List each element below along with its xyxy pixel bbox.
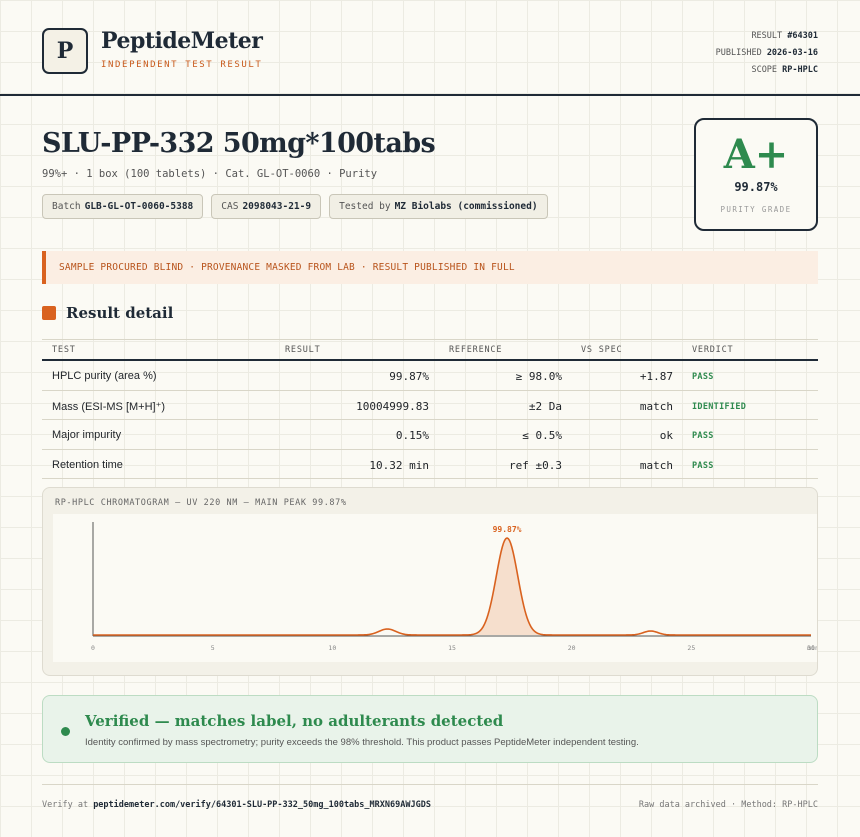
grade-value: 99.87%: [734, 180, 778, 194]
row-reference: ref ±0.3: [509, 458, 562, 472]
scope-label: SCOPE: [751, 65, 778, 75]
row-test: Major impurity: [52, 429, 122, 441]
x-tick-label: 15: [448, 644, 456, 652]
row-vs-spec: ok: [659, 429, 673, 442]
published-row: PUBLISHED 2026-03-16: [716, 45, 818, 62]
cas-label: CAS: [221, 201, 239, 212]
chromatogram-title: RP-HPLC CHROMATOGRAM — UV 220 NM — MAIN …: [55, 498, 347, 508]
row-verdict: PASS: [692, 460, 714, 471]
batch-label: Batch: [52, 201, 81, 212]
table-header: TEST RESULT REFERENCE VS SPEC VERDICT: [42, 339, 818, 361]
chromatogram-trace: [93, 537, 811, 636]
verified-text: Identity confirmed by mass spectrometry;…: [85, 737, 639, 748]
section-square-icon: [42, 306, 56, 320]
row-test: Retention time: [52, 458, 123, 471]
batch-chip: Batch GLB-GL-OT-0060-5388: [42, 194, 204, 219]
table-row: Retention time 10.32 min ref ±0.3 match …: [42, 450, 818, 479]
verified-banner: Verified — matches label, no adulterants…: [42, 695, 818, 763]
x-tick-unit: min: [807, 644, 817, 652]
header-vs-spec: VS SPEC: [581, 345, 623, 355]
product-chips: Batch GLB-GL-OT-0060-5388 CAS 2098043-21-9…: [42, 194, 548, 219]
footer: Verify at peptidemeter.com/verify/64301-…: [42, 784, 818, 814]
table-row: Major impurity 0.15% ≤ 0.5% ok PASS: [42, 420, 818, 450]
section-title: Result detail: [66, 304, 174, 322]
x-tick-label: 25: [687, 644, 695, 652]
header-result: RESULT: [285, 345, 321, 355]
x-tick-label: 10: [328, 644, 336, 652]
row-reference: ±2 Da: [528, 399, 562, 413]
header-reference: REFERENCE: [449, 345, 503, 355]
row-result: 0.15%: [395, 429, 429, 442]
blind-notice: SAMPLE PROCURED BLIND · PROVENANCE MASKE…: [42, 251, 818, 284]
brand-name: PeptideMeter: [101, 28, 263, 54]
result-id-row: RESULT #64301: [716, 28, 818, 45]
purity-grade-card: A+ 99.87% PURITY GRADE: [694, 118, 818, 231]
chromatogram-chart: 99.87%0 5 10 15 20 25 30min: [91, 522, 819, 652]
x-tick-label: 5: [211, 644, 215, 652]
row-result: 99.87%: [389, 370, 429, 383]
row-vs-spec: +1.87: [639, 370, 673, 383]
cas-value: 2098043-21-9: [242, 201, 312, 212]
table-row: Mass (ESI-MS [M+H]⁺) 10004999.83 ±2 Da m…: [42, 391, 818, 420]
grade-letter: A+: [723, 131, 789, 178]
verify-label: Verify at: [42, 800, 89, 810]
result-id-value: #64301: [787, 31, 818, 41]
scope-value: RP-HPLC: [782, 65, 818, 75]
footer-method: Raw data archived · Method: RP-HPLC: [638, 800, 818, 810]
chromatogram-plot-area: 99.87% 0 5 10 15 20 25 30 min: [53, 514, 819, 662]
row-test: Mass (ESI-MS [M+H]⁺): [52, 400, 166, 413]
result-detail-heading: Result detail: [42, 304, 173, 322]
x-tick-label: 20: [568, 644, 576, 652]
verify-line: Verify at peptidemeter.com/verify/64301-…: [42, 800, 431, 810]
verify-link[interactable]: peptidemeter.com/verify/64301-SLU-PP-332…: [93, 800, 431, 810]
tested-by-chip: Tested by MZ Biolabs (commissioned): [329, 194, 548, 219]
grade-label: PURITY GRADE: [720, 205, 792, 214]
brand-tagline: INDEPENDENT TEST RESULT: [101, 60, 263, 70]
product-title: SLU-PP-332 50mg*100tabs: [42, 128, 436, 159]
row-vs-spec: match: [639, 399, 673, 413]
scope-row: SCOPE RP-HPLC: [716, 62, 818, 79]
product-subtitle: 99%+ · 1 box (100 tablets) · Cat. GL-OT-…: [42, 168, 378, 180]
verified-dot-icon: [61, 727, 70, 736]
chromatogram-panel: RP-HPLC CHROMATOGRAM — UV 220 NM — MAIN …: [42, 487, 819, 676]
row-result: 10004999.83: [356, 399, 429, 413]
verified-title: Verified — matches label, no adulterants…: [85, 712, 504, 730]
cas-chip: CAS 2098043-21-9: [211, 194, 322, 219]
header-verdict: VERDICT: [692, 345, 734, 355]
result-meta: RESULT #64301 PUBLISHED 2026-03-16 SCOPE…: [716, 28, 818, 79]
header: P PeptideMeter INDEPENDENT TEST RESULT R…: [0, 0, 860, 96]
x-tick-label: 0: [91, 644, 95, 652]
result-id-label: RESULT: [751, 31, 783, 41]
logo-icon: P: [42, 28, 88, 74]
row-vs-spec: match: [639, 458, 673, 472]
tested-by-value: MZ Biolabs (commissioned): [394, 201, 538, 212]
main-peak-fill: [472, 538, 542, 635]
row-result: 10.32 min: [369, 458, 429, 472]
row-test: HPLC purity (area %): [52, 370, 157, 382]
table-row: HPLC purity (area %) 99.87% ≥ 98.0% +1.8…: [42, 361, 818, 391]
main-peak-label: 99.87%: [493, 525, 522, 534]
header-test: TEST: [52, 345, 76, 355]
row-verdict: IDENTIFIED: [692, 401, 747, 412]
published-label: PUBLISHED: [715, 48, 762, 58]
tested-by-label: Tested by: [339, 201, 391, 212]
batch-value: GLB-GL-OT-0060-5388: [84, 201, 194, 212]
row-reference: ≤ 0.5%: [522, 429, 562, 442]
result-table: TEST RESULT REFERENCE VS SPEC VERDICT HP…: [42, 339, 818, 479]
row-reference: ≥ 98.0%: [515, 370, 562, 383]
published-value: 2026-03-16: [766, 48, 818, 58]
row-verdict: PASS: [692, 431, 714, 441]
row-verdict: PASS: [692, 372, 714, 382]
